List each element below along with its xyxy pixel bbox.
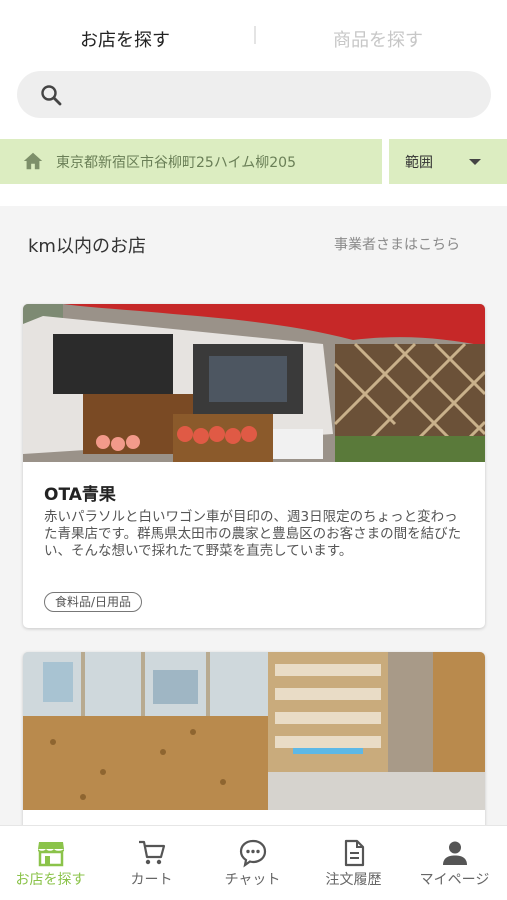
search-icon: [41, 85, 62, 106]
address-text: 東京都新宿区市谷柳町25ハイム柳205: [56, 155, 296, 171]
nav-order-history[interactable]: 注文履歴: [303, 826, 404, 900]
nav-label-my-page: マイページ: [419, 872, 490, 888]
person-icon: [443, 841, 467, 865]
bottom-navigation: お店を探す カート チャット 注文履歴 マイページ: [0, 825, 507, 900]
cart-icon: [139, 840, 166, 865]
store-icon: [38, 842, 64, 867]
store-card[interactable]: OTA青果 赤いパラソルと白いワゴン車が目印の、週3日限定のちょっと変わった青果…: [23, 304, 485, 628]
tab-store-search[interactable]: お店を探す: [80, 26, 170, 52]
nav-cart[interactable]: カート: [101, 826, 202, 900]
business-link[interactable]: 事業者さまはこちら: [334, 234, 460, 254]
store-photo: [23, 652, 485, 810]
nav-label-order-history: 注文履歴: [325, 872, 382, 888]
store-photo: [23, 304, 485, 462]
top-tabs: お店を探す 商品を探す: [0, 0, 507, 70]
location-bar[interactable]: 東京都新宿区市谷柳町25ハイム柳205: [0, 139, 382, 184]
tab-product-search[interactable]: 商品を探す: [333, 26, 423, 52]
chat-icon: [239, 839, 267, 868]
category-tag: 食料品/日用品: [44, 592, 143, 612]
search-input[interactable]: [79, 79, 469, 110]
section-title: km以内のお店: [28, 236, 146, 257]
document-icon: [344, 839, 365, 867]
store-name: OTA青果: [44, 485, 116, 505]
nav-label-store-search: お店を探す: [15, 872, 86, 888]
nav-my-page[interactable]: マイページ: [404, 826, 505, 900]
store-description: 赤いパラソルと白いワゴン車が目印の、週3日限定のちょっと変わった青果店です。群馬…: [44, 509, 462, 559]
home-icon: [23, 152, 43, 170]
nav-store-search[interactable]: お店を探す: [0, 826, 101, 900]
nav-label-chat: チャット: [224, 872, 281, 888]
store-list-area[interactable]: km以内のお店 事業者さまはこちら OTA青果 赤いパラソルと白いワゴン車が目印…: [0, 206, 507, 825]
range-dropdown[interactable]: 範囲: [389, 139, 507, 184]
tab-divider: [254, 26, 256, 44]
chevron-down-icon: [469, 159, 481, 165]
store-card[interactable]: [23, 652, 485, 825]
search-bar[interactable]: [17, 71, 491, 118]
nav-chat[interactable]: チャット: [202, 826, 303, 900]
nav-label-cart: カート: [130, 872, 173, 888]
range-label: 範囲: [405, 155, 433, 171]
